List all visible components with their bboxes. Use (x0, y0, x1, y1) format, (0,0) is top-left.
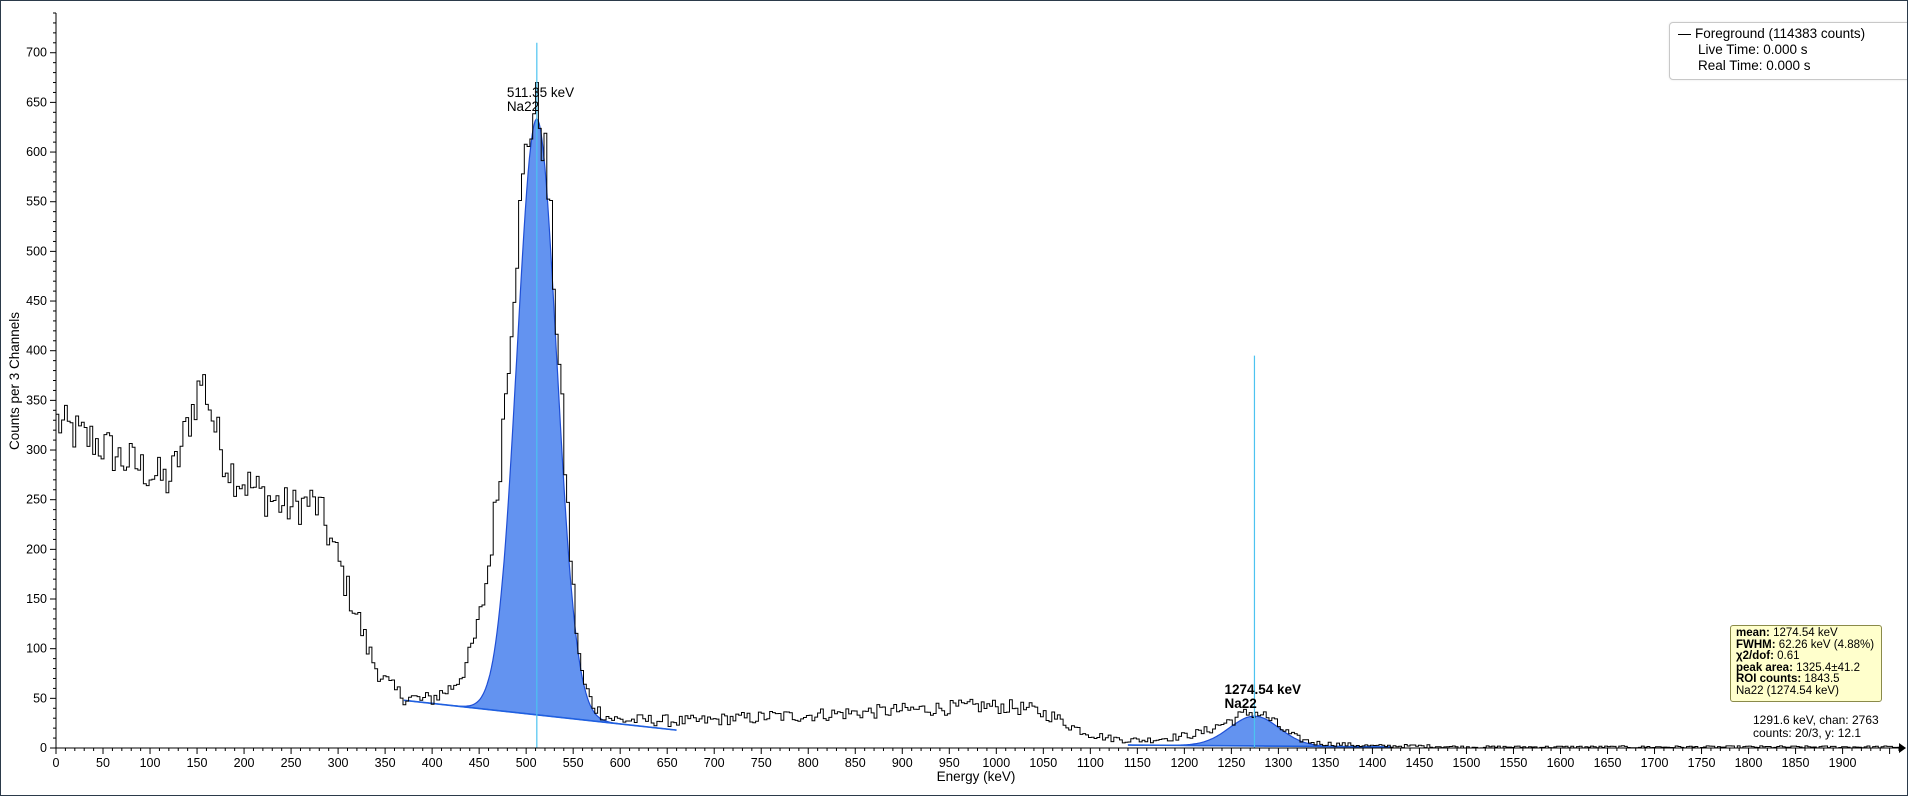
x-tick-label: 0 (53, 756, 60, 770)
peak-energy-label-2: 1274.54 keV (1224, 682, 1301, 697)
peak-fill-1 (403, 118, 677, 731)
peak-nuclide-label-2: Na22 (1224, 696, 1256, 711)
x-tick-label: 800 (798, 756, 819, 770)
y-tick-label: 600 (26, 145, 47, 159)
y-tick-label: 150 (26, 592, 47, 606)
y-tick-label: 350 (26, 393, 47, 407)
x-tick-label: 1700 (1641, 756, 1669, 770)
x-tick-label: 1400 (1359, 756, 1387, 770)
x-tick-label: 1650 (1594, 756, 1622, 770)
x-tick-label: 1000 (982, 756, 1010, 770)
x-tick-label: 100 (140, 756, 161, 770)
markers-layer (536, 42, 1256, 748)
cursor-readout-line1: 1291.6 keV, chan: 2763 (1753, 713, 1879, 727)
x-tick-label: 300 (328, 756, 349, 770)
spectrum-line (56, 82, 1901, 749)
x-tick-label: 50 (96, 756, 110, 770)
spectrum-viewer: 0 50 100 150 200 250 300 350 400 450 500 550 600 650 7… (0, 0, 1908, 796)
x-tick-label: 750 (751, 756, 772, 770)
peak-nuclide-label-1: Na22 (507, 99, 539, 114)
x-tick-label: 350 (375, 756, 396, 770)
y-tick-label: 650 (26, 95, 47, 109)
x-tick-label: 850 (845, 756, 866, 770)
y-tick-label: 100 (26, 642, 47, 656)
y-tick-label: 700 (26, 46, 47, 60)
x-tick-label: 250 (281, 756, 302, 770)
y-tick-label: 250 (26, 493, 47, 507)
y-tick-label: 200 (26, 542, 47, 556)
x-tick-label: 1550 (1500, 756, 1528, 770)
legend-series-row: Foreground (114383 counts) (1678, 26, 1907, 42)
x-tick-label: 200 (234, 756, 255, 770)
spectrum-layer (56, 82, 1901, 749)
labels-layer: 511.35 keVNa221274.54 keVNa22 (507, 85, 1301, 711)
y-tick-label: 300 (26, 443, 47, 457)
x-tick-label: 1150 (1124, 756, 1151, 770)
x-tick-label: 1600 (1547, 756, 1575, 770)
y-tick-label: 0 (40, 741, 47, 755)
x-tick-label: 1250 (1217, 756, 1245, 770)
x-axis-title: Energy (keV) (937, 769, 1016, 784)
y-tick-label: 400 (26, 344, 47, 358)
x-tick-label: 950 (939, 756, 960, 770)
x-tick-label: 1850 (1782, 756, 1810, 770)
x-tick-label: 1200 (1170, 756, 1198, 770)
x-tick-label: 700 (704, 756, 725, 770)
x-tick-label: 1500 (1453, 756, 1481, 770)
legend-series-label: Foreground (114383 counts) (1695, 26, 1866, 41)
x-tick-label: 900 (892, 756, 913, 770)
x-tick-label: 550 (563, 756, 584, 770)
peak-info-box: mean: 1274.54 keV FWHM: 62.26 keV (4.88%… (1730, 625, 1882, 702)
y-tick-label: 450 (26, 294, 47, 308)
x-tick-label: 650 (657, 756, 678, 770)
axes-layer: 0 50 100 150 200 250 300 350 400 450 500 550 600 650 7… (26, 12, 1906, 770)
legend[interactable]: Foreground (114383 counts) Live Time: 0.… (1669, 22, 1907, 80)
x-axis-arrow (1899, 743, 1906, 753)
legend-live-time: Live Time: 0.000 s (1698, 42, 1808, 57)
y-tick-label: 50 (33, 691, 47, 705)
info-nuclide: Na22 (1274.54 keV) (1736, 684, 1839, 697)
x-tick-label: 450 (469, 756, 490, 770)
x-tick-label: 150 (187, 756, 208, 770)
peak-energy-label-1: 511.35 keV (507, 85, 574, 100)
x-tick-label: 400 (422, 756, 443, 770)
y-tick-label: 550 (26, 195, 47, 209)
x-tick-label: 1100 (1077, 756, 1104, 770)
x-tick-label: 1900 (1829, 756, 1857, 770)
x-tick-label: 600 (610, 756, 631, 770)
spectrum-chart[interactable]: 0 50 100 150 200 250 300 350 400 450 500 550 600 650 7… (1, 1, 1907, 795)
x-tick-label: 1750 (1688, 756, 1716, 770)
series-line-swatch (1678, 33, 1691, 35)
x-tick-label: 1350 (1312, 756, 1340, 770)
cursor-readout-line2: counts: 20/3, y: 12.1 (1753, 726, 1861, 740)
x-tick-label: 1050 (1029, 756, 1057, 770)
x-tick-label: 1450 (1406, 756, 1434, 770)
y-axis-title: Counts per 3 Channels (7, 312, 22, 450)
x-tick-label: 1300 (1264, 756, 1292, 770)
legend-real-time: Real Time: 0.000 s (1698, 58, 1811, 73)
x-tick-label: 500 (516, 756, 537, 770)
x-tick-label: 1800 (1735, 756, 1763, 770)
y-tick-label: 500 (26, 244, 47, 258)
peak-fill-2 (1127, 715, 1391, 748)
